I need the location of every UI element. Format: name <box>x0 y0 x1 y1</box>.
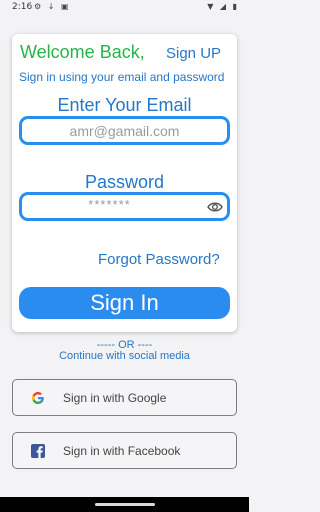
password-label: Password <box>84 172 165 192</box>
password-value: ******* <box>88 197 131 212</box>
facebook-signin-label: Sign in with Facebook <box>63 444 181 458</box>
email-field[interactable]: amr@gamail.com <box>19 116 230 145</box>
login-subtitle: Sign in using your email and password <box>19 70 225 84</box>
system-status-icons: ▼ ◢ ▮ <box>207 2 239 11</box>
facebook-icon <box>31 444 45 458</box>
welcome-heading: Welcome Back, <box>20 42 145 62</box>
signup-link[interactable]: Sign UP <box>166 45 221 62</box>
continue-social-text: Continue with social media <box>59 350 190 362</box>
forgot-password-link[interactable]: Forgot Password? <box>98 251 220 268</box>
status-bar: 2:16 ⚙ ↓ ▣ ▼ ◢ ▮ <box>0 0 249 14</box>
notification-icons: ⚙ ↓ ▣ <box>34 2 71 11</box>
facebook-signin-button[interactable]: Sign in with Facebook <box>12 432 237 469</box>
email-value: amr@gamail.com <box>69 123 180 139</box>
sign-in-button[interactable]: Sign In <box>19 287 230 319</box>
status-time: 2:16 <box>12 2 33 12</box>
eye-icon[interactable] <box>207 200 223 214</box>
google-icon <box>32 392 44 404</box>
google-signin-label: Sign in with Google <box>63 391 167 405</box>
email-label: Enter Your Email <box>57 95 192 115</box>
google-signin-button[interactable]: Sign in with Google <box>12 379 237 416</box>
home-gesture-handle[interactable] <box>95 503 155 506</box>
password-field[interactable]: ******* <box>19 192 230 221</box>
